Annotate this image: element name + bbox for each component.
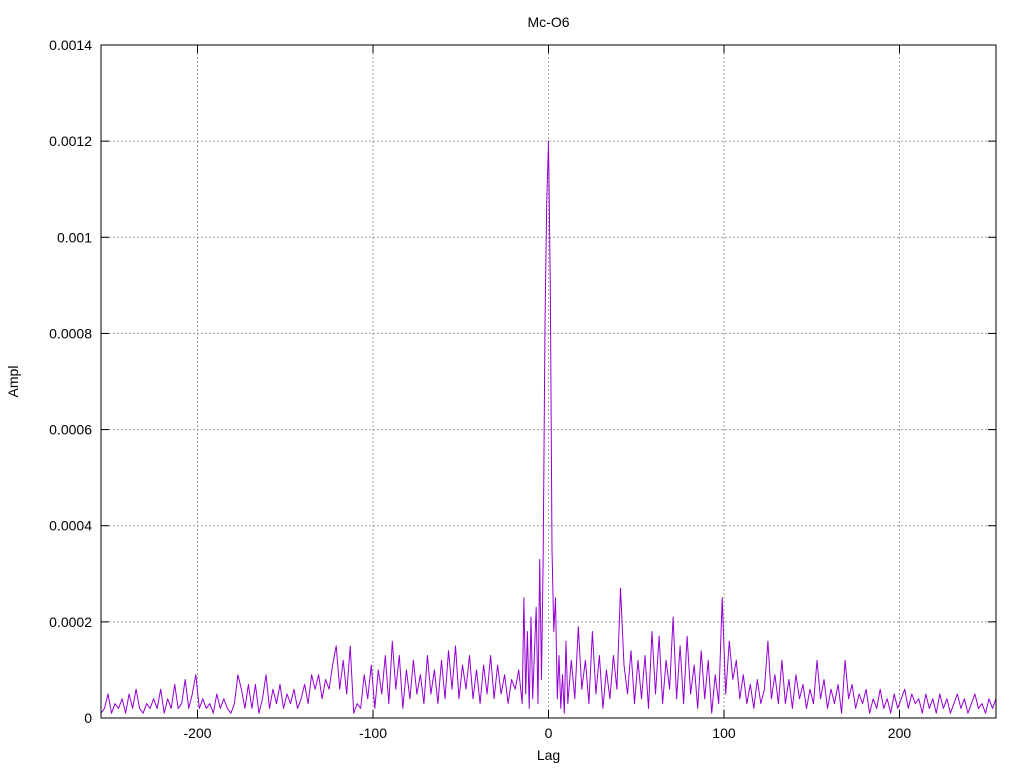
chart-title: Mc-O6 [528,14,570,30]
x-axis-label: Lag [537,747,560,763]
x-tick-label: 200 [888,725,912,741]
y-tick-label: 0.0008 [49,325,92,341]
axis-ticks: 0 0.0002 0.0004 0.0006 0.0008 0.001 0.0012 0.00… [49,37,996,741]
y-tick-label: 0.0012 [49,133,92,149]
y-tick-label: 0.001 [57,229,92,245]
y-tick-label: 0.0002 [49,614,92,630]
y-tick-label: 0.0006 [49,422,92,438]
y-tick-label: 0.0004 [49,518,92,534]
y-tick-label: 0 [84,710,92,726]
y-tick-label: 0.0014 [49,37,92,53]
x-tick-label: -100 [359,725,387,741]
y-axis-label: Ampl [5,366,21,398]
chart: 0 0.0002 0.0004 0.0006 0.0008 0.001 0.0012 0.00… [5,14,997,763]
x-tick-label: 100 [712,725,736,741]
x-tick-label: -200 [184,725,212,741]
x-tick-label: 0 [545,725,553,741]
